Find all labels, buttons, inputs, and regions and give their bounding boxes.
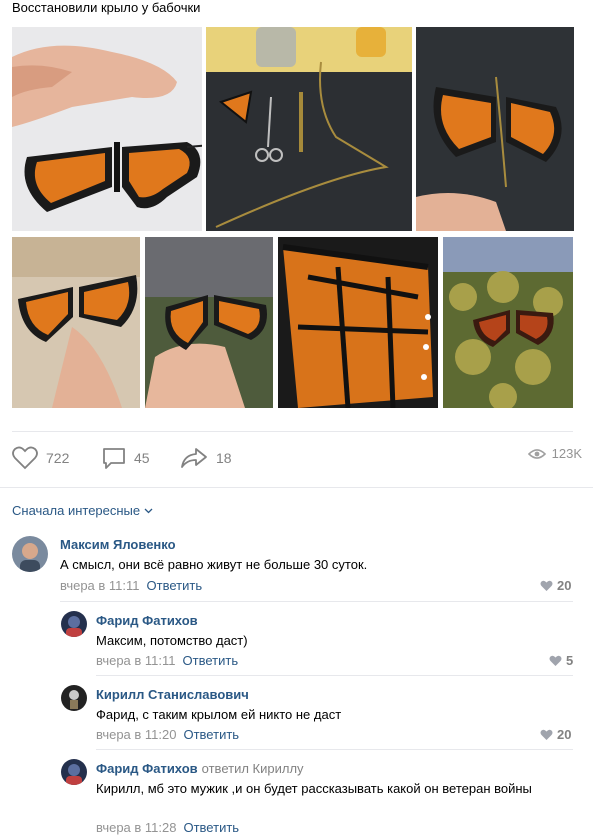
avatar[interactable] [61,611,87,637]
actions-top-divider [12,431,573,432]
share-arrow-icon [181,448,207,468]
photo-butterfly-on-palm[interactable] [145,237,273,408]
comment-like-count: 5 [566,653,574,668]
comment-button[interactable]: 45 [102,446,150,470]
comment-time[interactable]: вчера в 11:20 [96,727,176,742]
comment-item: Максим Яловенко А смысл, они всё равно ж… [0,530,593,600]
comment-meta: вчера в 11:20 Ответить [96,727,239,742]
avatar[interactable] [61,685,87,711]
comment-item: Фарид Фатихов ответил Кириллу Кирилл, мб … [0,755,593,839]
share-button[interactable]: 18 [180,446,232,470]
views-count: 123K [551,446,582,461]
photo-hand-butterfly[interactable] [12,27,202,231]
reply-button[interactable]: Ответить [183,653,239,668]
actions-bottom-divider [0,487,593,488]
comment-author-name[interactable]: Фарид Фатихов [96,761,198,776]
comment-author[interactable]: Фарид Фатихов [96,613,198,628]
comment-count: 45 [134,450,150,466]
comment-sort-dropdown[interactable]: Сначала интересные [12,503,153,518]
sort-label: Сначала интересные [12,503,141,518]
like-count: 722 [46,450,70,466]
comment-meta: вчера в 11:11 Ответить [96,653,238,668]
comment-like-button[interactable]: 20 [540,727,571,742]
photo-butterfly-in-bush[interactable] [443,237,573,408]
comment-text: А смысл, они всё равно живут не больше 3… [60,557,368,572]
photo-wing-closeup[interactable] [278,237,438,408]
comment-meta: вчера в 11:11 Ответить [60,578,202,593]
comment-like-count: 20 [557,578,572,593]
comment-text: Фарид, с таким крылом ей никто не даст [96,707,342,722]
avatar[interactable] [12,536,48,572]
eye-icon [527,448,546,459]
comment-item: Кирилл Станиславович Фарид, с таким крыл… [0,681,593,749]
comment-time[interactable]: вчера в 11:11 [60,578,140,593]
avatar[interactable] [61,759,87,785]
comment-like-count: 20 [557,727,572,742]
photo-butterfly-on-towel[interactable] [416,27,574,231]
comment-author[interactable]: Максим Яловенко [60,537,176,552]
comment-author[interactable]: Кирилл Станиславович [96,687,249,702]
views-counter: 123K [527,446,582,461]
post-text: Восстановили крыло у бабочки [12,0,201,15]
comment-divider [96,675,573,676]
chevron-down-icon [144,508,153,513]
comment-divider [96,749,573,750]
like-button[interactable]: 722 [12,446,69,470]
post-actions-bar: 722 45 18 123K [12,446,582,472]
reply-button[interactable]: Ответить [183,727,239,742]
comment-time[interactable]: вчера в 11:28 [96,820,176,835]
heart-icon [540,580,553,591]
share-count: 18 [216,450,232,466]
comment-like-button[interactable]: 20 [540,578,571,593]
reply-to-label[interactable]: ответил Кириллу [202,761,304,776]
comment-author[interactable]: Фарид Фатихов ответил Кириллу [96,761,304,776]
comment-like-button[interactable]: 5 [549,653,573,668]
heart-icon [12,446,38,470]
comment-divider [60,601,573,602]
comment-meta: вчера в 11:28 Ответить [96,820,239,835]
heart-icon [540,729,553,740]
comment-text: Кирилл, мб это мужик ,и он будет рассказ… [96,781,532,796]
reply-button[interactable]: Ответить [183,820,239,835]
heart-icon [549,655,562,666]
photo-butterfly-on-finger[interactable] [12,237,140,408]
photo-tools-on-towel[interactable] [206,27,412,231]
reply-button[interactable]: Ответить [147,578,203,593]
comment-icon [103,448,125,469]
comment-time[interactable]: вчера в 11:11 [96,653,176,668]
comment-text: Максим, потомство даст) [96,633,248,648]
comment-item: Фарид Фатихов Максим, потомство даст) вч… [0,607,593,675]
